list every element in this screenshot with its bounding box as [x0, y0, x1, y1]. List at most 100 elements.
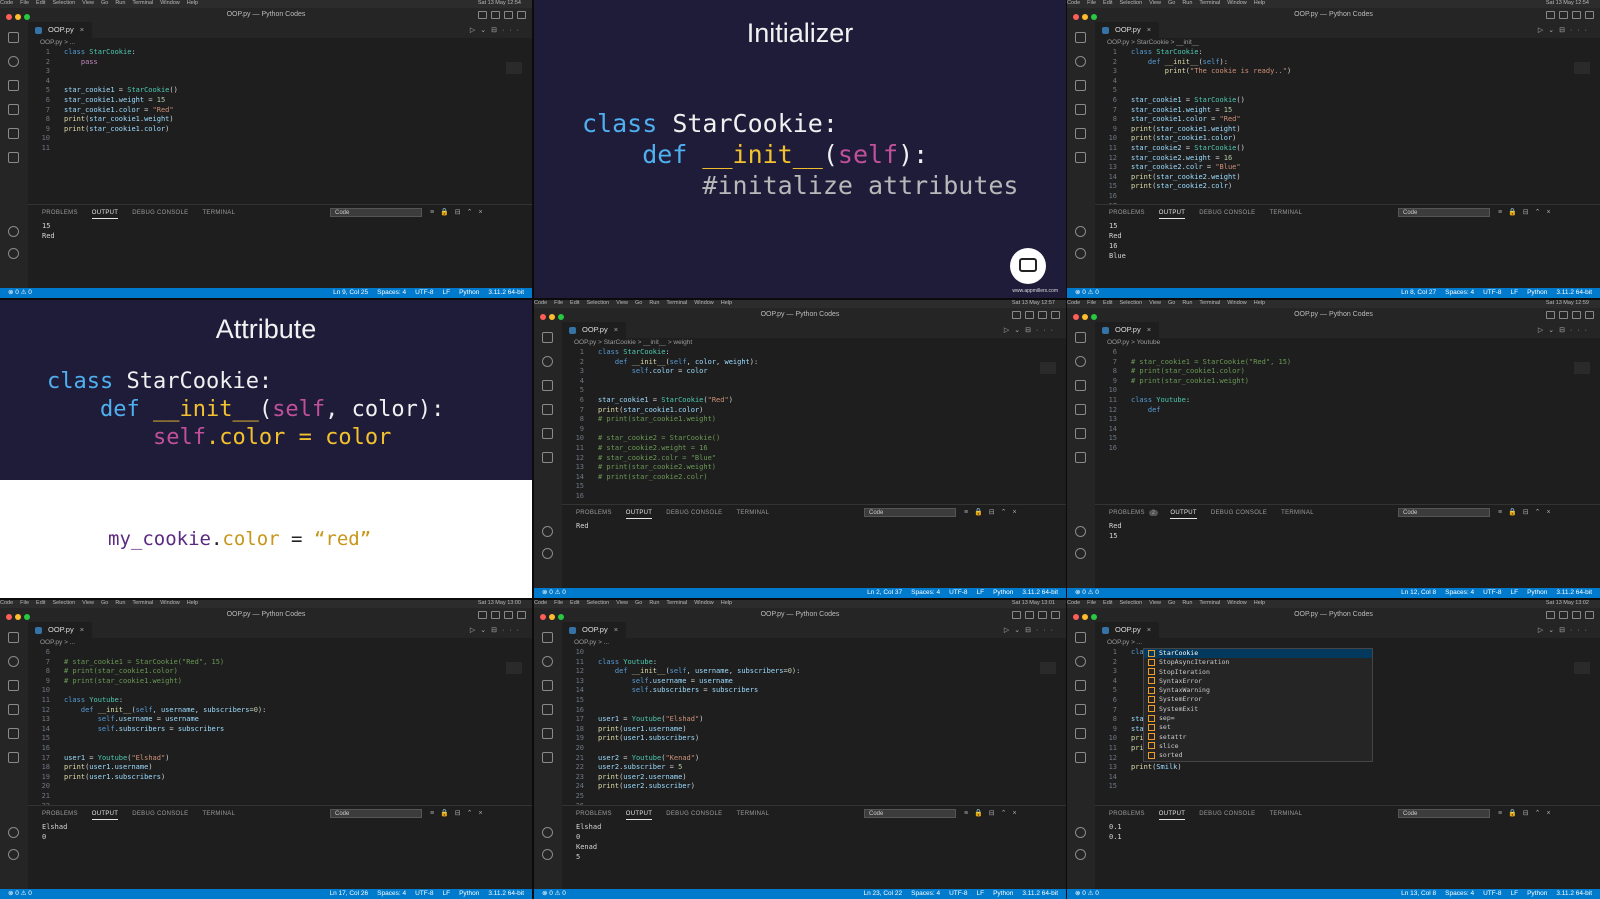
panel-tab-debug-console[interactable]: DEBUG CONSOLE [132, 210, 188, 216]
run-python-icon[interactable]: ▷⌄⊟··· [1004, 326, 1058, 334]
code-line[interactable]: 6 [1095, 348, 1600, 358]
code-line[interactable]: 21 user2 = Youtube("Kenad") [562, 754, 1066, 764]
layout-toggle-icon[interactable] [1051, 611, 1060, 619]
zoom-window-button[interactable] [24, 14, 30, 20]
code-line[interactable]: 4 [28, 77, 532, 87]
menubar-item[interactable]: Go [101, 0, 108, 6]
menubar-item[interactable]: Window [1227, 300, 1247, 306]
menubar-item[interactable]: Edit [1103, 0, 1112, 6]
code-line[interactable]: 2 def __init__(self, color, weight): [562, 358, 1066, 368]
status-language-mode[interactable]: Python [1527, 289, 1547, 296]
menubar-item[interactable]: Selection [53, 0, 76, 6]
code-line[interactable]: 11 class Youtube: [1095, 396, 1600, 406]
code-line[interactable]: 2 def __init__(self): [1095, 58, 1600, 68]
code-line[interactable]: 14 [1095, 773, 1600, 783]
menubar-item[interactable]: Terminal [1199, 600, 1220, 606]
run-python-icon[interactable]: ▷⌄⊟··· [1538, 26, 1592, 34]
account-icon[interactable] [1075, 827, 1086, 838]
minimap[interactable] [1574, 62, 1590, 74]
code-line[interactable]: 10 [1095, 386, 1600, 396]
run-python-icon[interactable]: ▷⌄⊟··· [1004, 626, 1058, 634]
menubar-item[interactable]: Terminal [666, 600, 687, 606]
menubar-item[interactable]: Selection [1120, 600, 1143, 606]
menubar-item[interactable]: Terminal [1199, 300, 1220, 306]
explorer-icon[interactable] [1075, 332, 1086, 343]
layout-toggle-icon[interactable] [1546, 311, 1555, 319]
status-interpreter[interactable]: 3.11.2 64-bit [1556, 289, 1592, 296]
menubar-item[interactable]: Window [694, 300, 714, 306]
account-icon[interactable] [1075, 526, 1086, 537]
menubar-item[interactable]: Edit [1103, 600, 1112, 606]
code-line[interactable]: 14 self.subscribers = subscribers [562, 686, 1066, 696]
code-line[interactable]: 12 def [1095, 406, 1600, 416]
autocomplete-list[interactable]: StarCookie StopAsyncIteration StopIteratio… [1143, 648, 1373, 762]
code-line[interactable]: 19 print(user1.subscribers) [28, 773, 532, 783]
panel-tab-debug-console[interactable]: DEBUG CONSOLE [1199, 210, 1255, 216]
run-python-icon[interactable]: ▷⌄⊟··· [1538, 626, 1592, 634]
code-line[interactable]: 10 # star_cookie2 = StarCookie() [562, 434, 1066, 444]
menubar-item[interactable]: Help [721, 300, 732, 306]
code-line[interactable]: 13 print(Smilk) [1095, 763, 1600, 773]
code-line[interactable]: 13 [1095, 415, 1600, 425]
testing-icon[interactable] [542, 452, 553, 463]
code-line[interactable]: 20 [28, 782, 532, 792]
autocomplete-item[interactable]: SystemError [1144, 695, 1372, 704]
status-cursor-position[interactable]: Ln 17, Col 26 [329, 890, 368, 897]
status-language-mode[interactable]: Python [1527, 589, 1547, 596]
panel-tab-output[interactable]: OUTPUT [91, 210, 119, 219]
settings-gear-icon[interactable] [1075, 849, 1086, 860]
explorer-icon[interactable] [542, 332, 553, 343]
menubar-item[interactable]: Run [1182, 300, 1192, 306]
autocomplete-item[interactable]: set [1144, 723, 1372, 732]
menubar-item[interactable]: Help [1254, 300, 1265, 306]
panel-tab-terminal[interactable]: TERMINAL [1269, 811, 1302, 817]
minimize-window-button[interactable] [549, 314, 555, 320]
extensions-icon[interactable] [8, 128, 19, 139]
menubar-item[interactable]: Code [1067, 300, 1080, 306]
code-line[interactable]: 11 class Youtube: [562, 658, 1066, 668]
close-tab-icon[interactable]: × [1147, 325, 1151, 334]
code-line[interactable]: 13 star_cookie2.colr = "Blue" [1095, 163, 1600, 173]
menubar-item[interactable]: View [1149, 0, 1161, 6]
code-line[interactable]: 10 [28, 686, 532, 696]
code-line[interactable]: 14 self.subscribers = subscribers [28, 725, 532, 735]
code-line[interactable]: 16 [1095, 192, 1600, 202]
panel-actions[interactable]: ≡🔒⊟⌃× [964, 508, 1023, 516]
layout-toggle-icon[interactable] [1585, 611, 1594, 619]
settings-gear-icon[interactable] [1075, 548, 1086, 559]
status-line-ending[interactable]: LF [1511, 890, 1519, 897]
tab-oop-py[interactable]: OOP.py × [562, 322, 627, 338]
status-cursor-position[interactable]: Ln 9, Col 25 [333, 289, 368, 296]
menubar-item[interactable]: File [1087, 0, 1096, 6]
code-line[interactable]: 9 # print(star_cookie1.weight) [28, 677, 532, 687]
code-line[interactable]: 5 star_cookie1 = StarCookie() [28, 86, 532, 96]
search-icon[interactable] [1075, 56, 1086, 67]
code-editor[interactable]: 6 7 # star_cookie1 = StarCookie("Red", 15)… [1095, 348, 1600, 454]
panel-actions[interactable]: ≡🔒⊟⌃× [430, 208, 489, 216]
menubar-item[interactable]: Window [160, 600, 180, 606]
panel-tab-problems[interactable]: PROBLEMS [42, 210, 78, 216]
search-icon[interactable] [542, 356, 553, 367]
source-control-icon[interactable] [542, 380, 553, 391]
tab-oop-py[interactable]: OOP.py × [28, 22, 93, 38]
settings-gear-icon[interactable] [542, 548, 553, 559]
code-editor[interactable]: 1 class StarCookie: 2 def __init__(self, c… [562, 348, 1066, 502]
minimize-window-button[interactable] [15, 614, 21, 620]
code-line[interactable]: 1 class StarCookie: [562, 348, 1066, 358]
output-channel-select[interactable]: Code [1398, 508, 1490, 517]
status-encoding[interactable]: UTF-8 [949, 589, 967, 596]
code-line[interactable]: 12 star_cookie2.weight = 16 [1095, 154, 1600, 164]
zoom-window-button[interactable] [1091, 614, 1097, 620]
layout-toggle-icon[interactable] [1012, 611, 1021, 619]
close-window-button[interactable] [540, 614, 546, 620]
code-line[interactable]: 13 self.username = username [562, 677, 1066, 687]
layout-toggle-icon[interactable] [1572, 311, 1581, 319]
menubar-item[interactable]: File [20, 0, 29, 6]
account-icon[interactable] [8, 226, 19, 237]
panel-tab-problems[interactable]: PROBLEMS [576, 811, 612, 817]
layout-toggle-icon[interactable] [1559, 611, 1568, 619]
menubar-item[interactable]: Window [1227, 0, 1247, 6]
panel-tab-terminal[interactable]: TERMINAL [1281, 510, 1314, 516]
tab-oop-py[interactable]: OOP.py × [1095, 622, 1160, 638]
minimap[interactable] [1574, 662, 1590, 674]
